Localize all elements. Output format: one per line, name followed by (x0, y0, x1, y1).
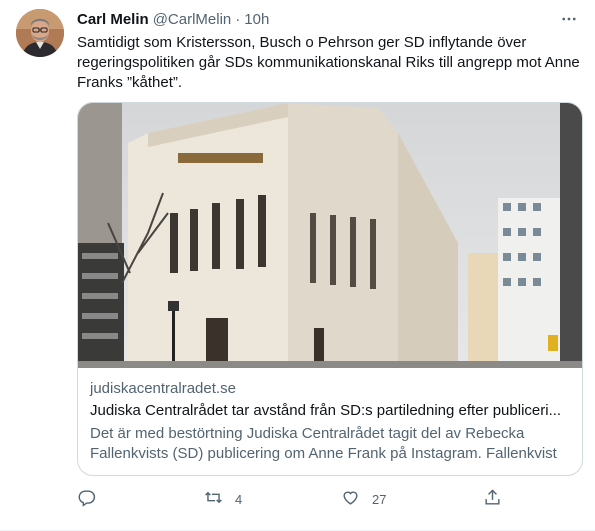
tweet-timestamp[interactable]: 10h (244, 11, 269, 28)
like-button[interactable]: 27 (341, 487, 386, 511)
like-count: 27 (372, 491, 387, 507)
card-title: Judiska Centralrådet tar avstånd från SD… (90, 402, 562, 419)
card-domain: judiskacentralradet.se (90, 380, 236, 397)
retweet-button[interactable]: 4 (204, 487, 242, 511)
avatar[interactable] (16, 9, 64, 57)
author-handle[interactable]: @CarlMelin (153, 11, 232, 28)
reply-button[interactable] (77, 487, 108, 511)
heart-icon (341, 488, 360, 510)
retweet-count: 4 (235, 491, 243, 507)
separator-dot: · (235, 10, 241, 28)
link-card[interactable]: judiskacentralradet.se Judiska Centralrå… (77, 102, 583, 476)
author-name[interactable]: Carl Melin (77, 11, 149, 28)
tweet-header: Carl Melin @CarlMelin · 10h (77, 9, 579, 29)
tweet[interactable]: Carl Melin @CarlMelin · 10h Samtidigt so… (0, 0, 595, 531)
more-icon[interactable] (559, 9, 579, 29)
card-description: Det är med bestörtning Judiska Centralrå… (90, 425, 557, 462)
reply-icon (77, 488, 96, 510)
share-icon (483, 488, 502, 510)
card-image[interactable] (78, 103, 582, 368)
share-button[interactable] (483, 487, 502, 511)
action-bar: 4 27 (77, 487, 507, 511)
retweet-icon (204, 488, 223, 510)
tweet-text: Samtidigt som Kristersson, Busch o Pehrs… (77, 34, 580, 91)
